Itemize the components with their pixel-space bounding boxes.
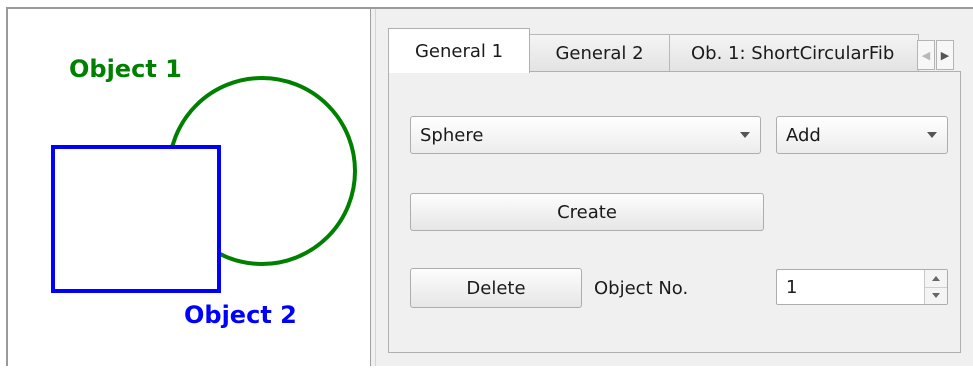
spin-up-button[interactable] [925,270,947,288]
tab-label: General 1 [414,40,504,62]
spin-down-button[interactable] [925,287,947,304]
drawing-canvas[interactable]: Object 1 Object 2 [8,9,370,366]
tab-general-2[interactable]: General 2 [529,34,670,71]
chevron-left-icon: ◀ [921,48,931,62]
tab-label: Ob. 1: ShortCircularFib [691,42,895,64]
shape-type-select[interactable]: Sphere [410,116,761,154]
spin-buttons [924,270,947,304]
create-button[interactable]: Create [410,193,764,231]
object2-square[interactable] [51,145,221,293]
mode-select[interactable]: Add [776,116,948,154]
object-no-value: 1 [786,276,798,298]
object1-label: Object 1 [69,55,182,83]
chevron-up-icon [932,276,940,281]
object2-label: Object 2 [184,301,297,329]
delete-button-label: Delete [466,277,526,299]
tab-page-general-1: Sphere Add Create Delete Object No. 1 [388,71,961,353]
settings-panel: General 1 General 2 Ob. 1: ShortCircular… [376,9,973,366]
delete-button[interactable]: Delete [410,268,582,308]
tab-scroll-right-button[interactable]: ▶ [936,40,954,70]
create-button-label: Create [557,201,617,223]
tab-scroll-left-button[interactable]: ◀ [917,40,935,70]
tab-general-1[interactable]: General 1 [388,28,530,73]
tab-object-1[interactable]: Ob. 1: ShortCircularFib [669,34,919,71]
chevron-right-icon: ▶ [940,48,950,62]
chevron-down-icon [740,132,750,138]
window-frame: Object 1 Object 2 General 1 General 2 Ob… [0,0,973,366]
object-no-label: Object No. [594,278,689,299]
mode-value: Add [786,124,821,146]
shape-type-value: Sphere [420,124,484,146]
tab-bar: General 1 General 2 Ob. 1: ShortCircular… [388,28,973,73]
chevron-down-icon [932,293,940,298]
canvas-drawing: Object 1 Object 2 [51,55,357,329]
object-no-spinbox[interactable]: 1 [776,269,948,305]
tab-label: General 2 [555,42,644,64]
chevron-down-icon [927,132,937,138]
